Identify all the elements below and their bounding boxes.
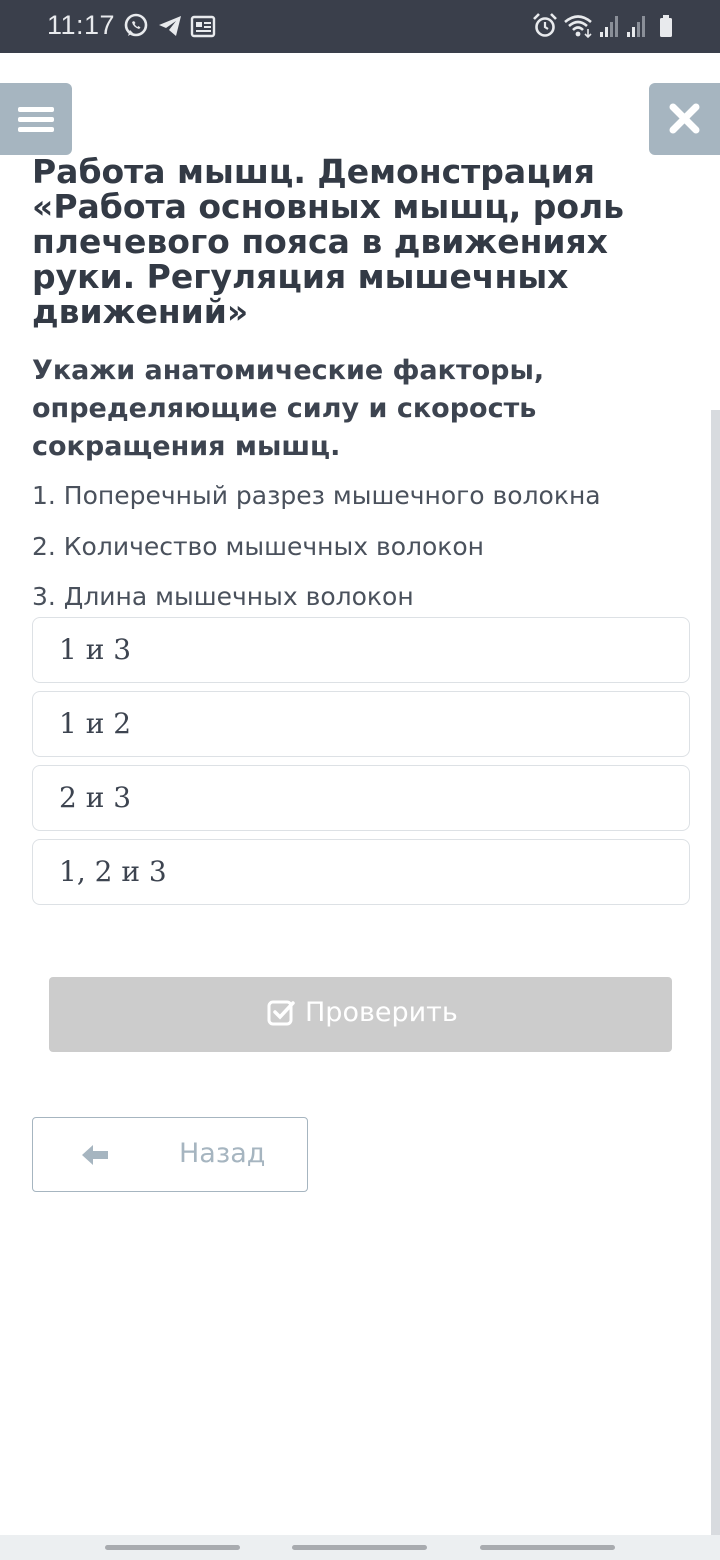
battery-icon [660,15,672,37]
signal-icon [600,16,618,37]
answer-option-1[interactable]: 1 и 3 [32,617,690,683]
hamburger-menu-icon-bar [18,117,54,122]
news-icon [190,15,216,38]
question-text: Укажи анатомические факторы, определяющи… [32,355,545,462]
telegram-icon [159,16,181,36]
hamburger-menu-icon-bar [18,127,54,132]
answer-option-label: 1 и 3 [59,633,132,666]
answer-option-label: 1, 2 и 3 [59,855,167,888]
lesson-title: Работа мышц. Демонстрация «Работа основн… [32,152,625,331]
alarm-icon [533,13,557,37]
nav-home-bar[interactable] [292,1545,427,1550]
check-button-label: Проверить [305,997,458,1028]
question-item-3: 3. Длина мышечных волокон [32,582,414,611]
close-icon [669,103,700,134]
answer-option-label: 2 и 3 [59,781,132,814]
checkbox-check-icon [267,1000,295,1026]
menu-button[interactable] [0,83,72,155]
nav-recent-bar[interactable] [105,1545,240,1550]
answer-option-2[interactable]: 1 и 2 [32,691,690,757]
answer-option-4[interactable]: 1, 2 и 3 [32,839,690,905]
back-button-label: Назад [179,1138,266,1169]
arrow-left-icon [82,1145,108,1165]
back-button[interactable]: Назад [32,1117,308,1192]
check-button[interactable]: Проверить [49,977,672,1052]
status-bar: 11:17 [0,0,720,53]
wifi-icon [564,15,592,39]
question-item-1: 1. Поперечный разрез мышечного волокна [32,481,601,510]
signal-icon [627,16,645,37]
whatsapp-icon [124,13,148,37]
scrollbar[interactable] [711,410,720,1535]
answer-option-3[interactable]: 2 и 3 [32,765,690,831]
hamburger-menu-icon [18,107,54,112]
status-time: 11:17 [47,10,116,40]
nav-back-bar[interactable] [480,1545,615,1550]
question-item-2: 2. Количество мышечных волокон [32,532,485,561]
system-nav-bar [0,1535,720,1560]
answer-option-label: 1 и 2 [59,707,132,740]
close-button[interactable] [649,83,720,155]
